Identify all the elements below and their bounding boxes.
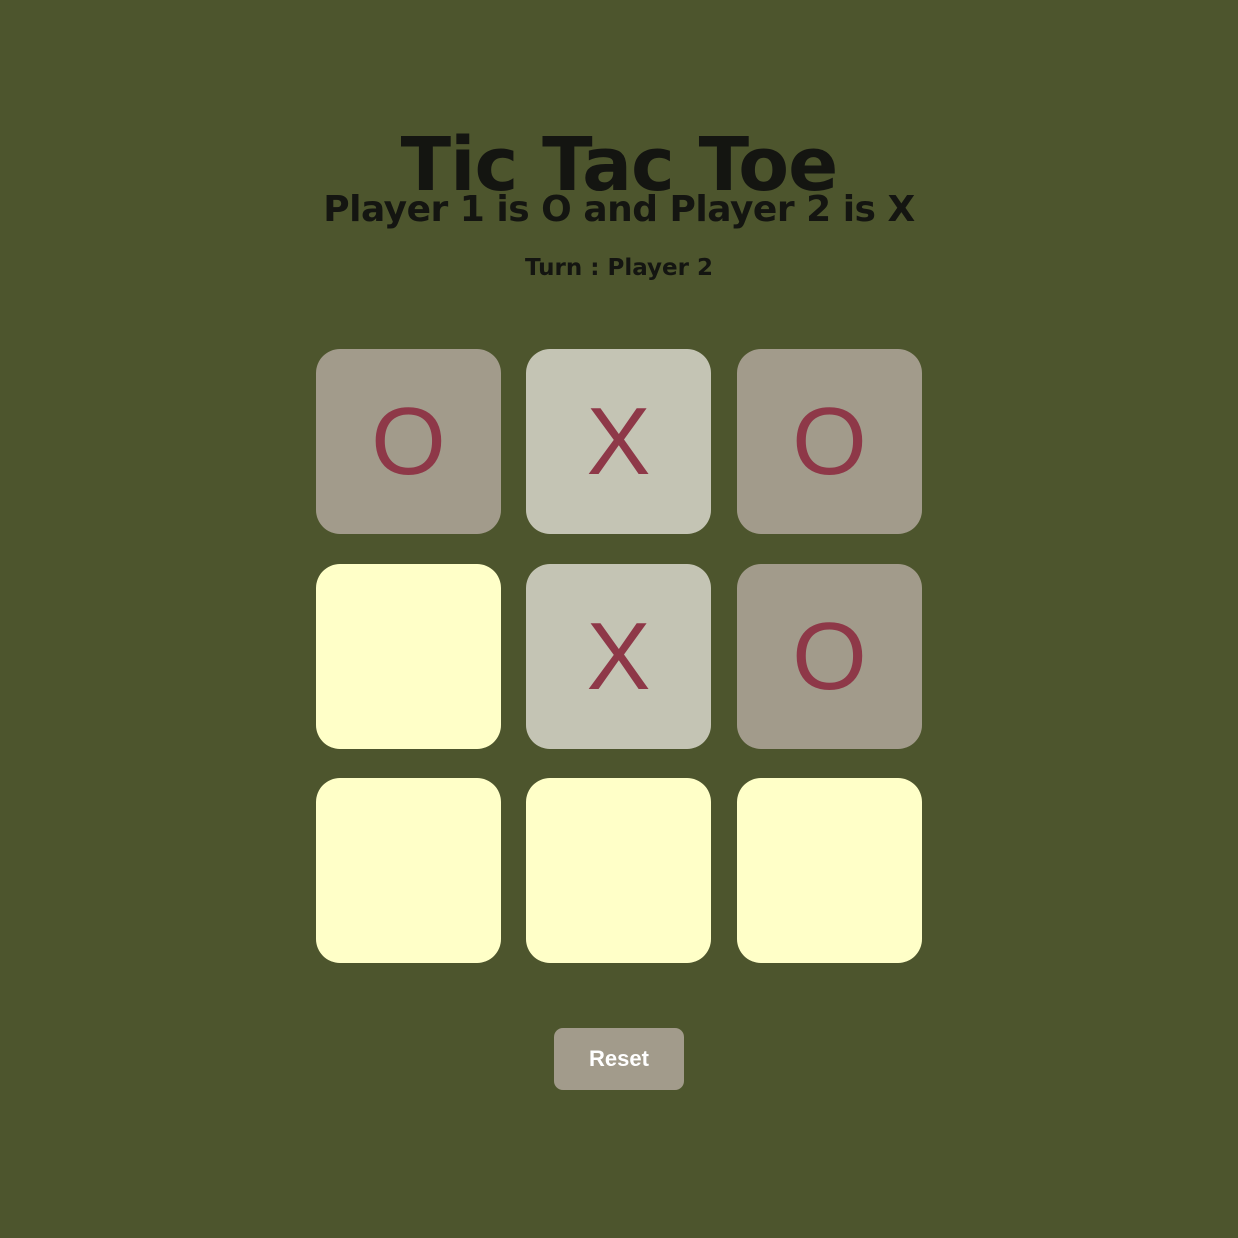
turn-indicator: Turn : Player 2	[525, 255, 713, 281]
board-cell-3[interactable]: O	[737, 349, 922, 534]
cell-mark: O	[792, 387, 867, 495]
board-cell-2[interactable]: X	[526, 349, 711, 534]
reset-button[interactable]: Reset	[554, 1028, 684, 1090]
board-cell-8[interactable]	[526, 778, 711, 963]
cell-mark: X	[586, 602, 651, 710]
cell-mark: O	[792, 602, 867, 710]
board-cell-6[interactable]: O	[737, 564, 922, 749]
board-cell-5[interactable]: X	[526, 564, 711, 749]
board-cell-4[interactable]	[316, 564, 501, 749]
player-assignment-text: Player 1 is O and Player 2 is X	[323, 189, 915, 230]
board-cell-7[interactable]	[316, 778, 501, 963]
cell-mark: X	[586, 387, 651, 495]
board-cell-9[interactable]	[737, 778, 922, 963]
board-cell-1[interactable]: O	[316, 349, 501, 534]
game-board: O X O X O	[316, 349, 922, 964]
cell-mark: O	[371, 387, 446, 495]
